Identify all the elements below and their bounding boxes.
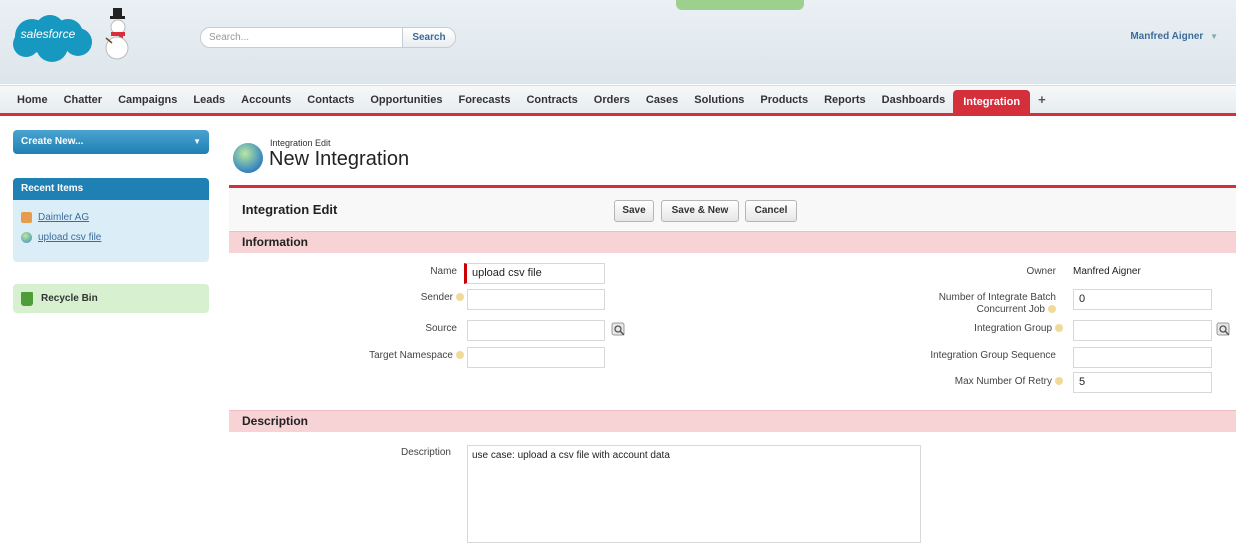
owner-value[interactable]: Manfred Aigner (1073, 266, 1141, 277)
tab-solutions[interactable]: Solutions (686, 88, 752, 112)
page-title: New Integration (269, 148, 410, 170)
help-icon[interactable] (456, 351, 464, 360)
tab-dashboards[interactable]: Dashboards (874, 88, 954, 112)
tab-forecasts[interactable]: Forecasts (450, 88, 518, 112)
batch-input[interactable]: 0 (1073, 289, 1212, 310)
account-icon (21, 212, 32, 223)
target-namespace-input[interactable] (467, 347, 605, 368)
recent-items-panel: Recent Items Daimler AG upload csv file (13, 178, 209, 262)
create-new-button[interactable]: Create New... ▼ (13, 130, 209, 154)
tab-contacts[interactable]: Contacts (299, 88, 362, 112)
recent-items-title: Recent Items (13, 178, 209, 200)
max-retry-input[interactable]: 5 (1073, 372, 1212, 393)
tab-opportunities[interactable]: Opportunities (362, 88, 450, 112)
description-textarea[interactable]: use case: upload a csv file with account… (467, 445, 921, 543)
tab-accounts[interactable]: Accounts (233, 88, 299, 112)
integration-icon (21, 232, 32, 243)
salesforce-logo[interactable]: salesforce (8, 12, 102, 64)
sender-label: Sender (421, 292, 464, 303)
section-information[interactable]: Information (229, 231, 1236, 253)
help-icon[interactable] (1055, 377, 1063, 386)
integration-group-label: Integration Group (974, 323, 1063, 334)
notification-strip (676, 0, 804, 10)
tab-reports[interactable]: Reports (816, 88, 874, 112)
tab-contracts[interactable]: Contracts (518, 88, 585, 112)
integration-group-input[interactable] (1073, 320, 1212, 341)
owner-label: Owner (1026, 266, 1056, 277)
lookup-icon[interactable] (1216, 322, 1232, 338)
save-button[interactable]: Save (614, 200, 654, 222)
help-icon[interactable] (456, 293, 464, 302)
tab-integration[interactable]: Integration (953, 89, 1031, 114)
create-new-label: Create New... (21, 136, 84, 147)
help-icon[interactable] (1048, 305, 1056, 314)
max-retry-label: Max Number Of Retry (955, 376, 1063, 387)
section-description[interactable]: Description (229, 410, 1236, 432)
source-input[interactable] (467, 320, 605, 341)
recycle-bin-label: Recycle Bin (41, 293, 98, 304)
search-button[interactable]: Search (402, 27, 456, 48)
recent-item-daimler[interactable]: Daimler AG (21, 212, 89, 223)
logo-text: salesforce (20, 27, 76, 41)
name-input[interactable]: upload csv file (464, 263, 605, 284)
tab-chatter[interactable]: Chatter (56, 88, 111, 112)
batch-label: Number of Integrate Batch Concurrent Job (938, 292, 1056, 315)
cancel-button[interactable]: Cancel (745, 200, 797, 222)
tab-home[interactable]: Home (9, 88, 56, 112)
recent-item-label: Daimler AG (38, 212, 90, 223)
name-label: Name (430, 266, 457, 277)
tab-bar: Home Chatter Campaigns Leads Accounts Co… (0, 85, 1236, 116)
recycle-bin-link[interactable]: Recycle Bin (13, 284, 209, 313)
integration-group-sequence-input[interactable] (1073, 347, 1212, 368)
source-label: Source (425, 323, 457, 334)
save-and-new-button[interactable]: Save & New (661, 200, 739, 222)
block-title: Integration Edit (242, 202, 338, 217)
user-name: Manfred Aigner (1130, 31, 1204, 42)
target-namespace-label: Target Namespace (369, 350, 464, 361)
search-input[interactable]: Search... (200, 27, 404, 48)
tab-orders[interactable]: Orders (586, 88, 638, 112)
recent-item-upload-csv[interactable]: upload csv file (21, 232, 101, 243)
integration-icon (233, 143, 263, 173)
snowman-icon (105, 8, 129, 60)
chevron-down-icon: ▼ (1210, 32, 1218, 41)
description-label: Description (400, 447, 451, 458)
page-type-label: Integration Edit (270, 138, 331, 148)
chevron-down-icon: ▼ (193, 137, 201, 146)
recent-item-label: upload csv file (38, 232, 102, 243)
lookup-icon[interactable] (611, 322, 627, 338)
header: salesforce Search... Search Manfred Aign… (0, 0, 1236, 84)
user-menu[interactable]: Manfred Aigner ▼ (1130, 31, 1218, 42)
integration-group-sequence-label: Integration Group Sequence (930, 350, 1056, 361)
sender-input[interactable] (467, 289, 605, 310)
tab-campaigns[interactable]: Campaigns (110, 88, 185, 112)
plus-icon[interactable]: + (1030, 92, 1054, 107)
help-icon[interactable] (1055, 324, 1063, 333)
tab-products[interactable]: Products (752, 88, 816, 112)
tab-leads[interactable]: Leads (185, 88, 233, 112)
recycle-bin-icon (21, 291, 33, 306)
tab-cases[interactable]: Cases (638, 88, 686, 112)
